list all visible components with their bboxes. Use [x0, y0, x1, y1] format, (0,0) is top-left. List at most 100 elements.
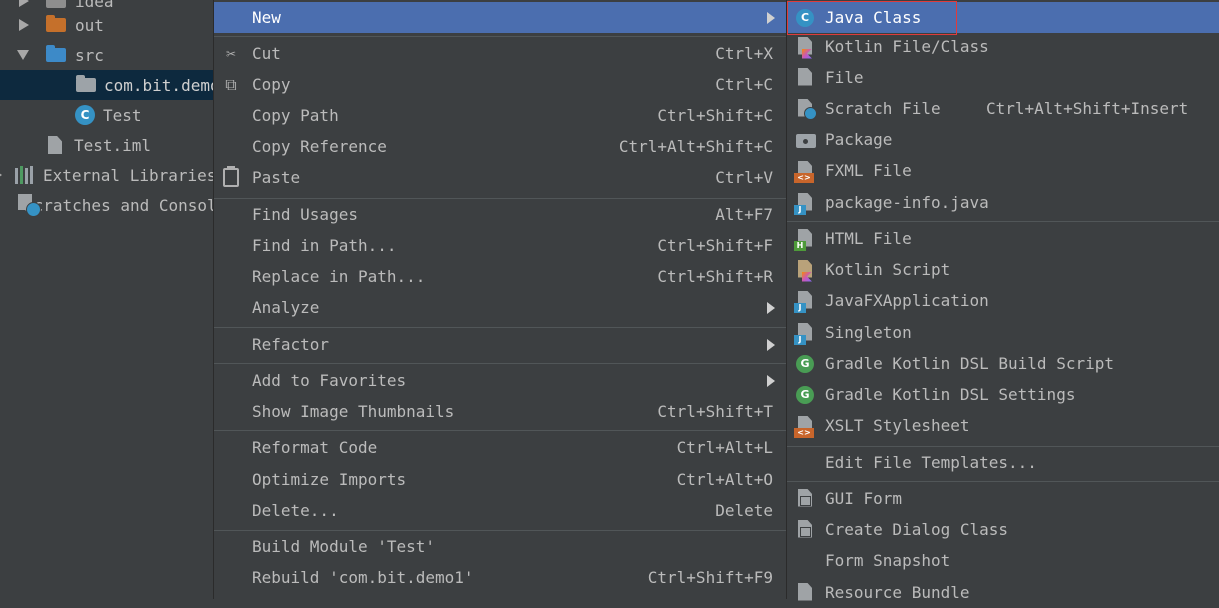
menu-separator	[214, 36, 787, 37]
submenu-item-label: Scratch File	[825, 99, 941, 118]
menu-item-copy[interactable]: ⧉ Copy Ctrl+C	[214, 69, 787, 100]
source-folder-icon	[46, 45, 66, 62]
submenu-item-html-file[interactable]: H HTML File	[787, 223, 1219, 254]
tree-item-out[interactable]: out	[0, 10, 230, 40]
menu-item-shortcut: Ctrl+Alt+Shift+C	[618, 137, 773, 156]
submenu-item-label: Gradle Kotlin DSL Build Script	[825, 354, 1114, 373]
menu-item-label: Analyze	[252, 298, 320, 317]
menu-item-shortcut: Ctrl+Shift+C	[657, 106, 773, 125]
menu-item-find-usages[interactable]: Find Usages Alt+F7	[214, 199, 787, 230]
java-class-icon: C	[75, 105, 95, 125]
menu-item-label: New	[252, 8, 281, 27]
menu-item-shortcut: Ctrl+Shift+F9	[647, 568, 773, 587]
submenu-item-kotlin-file[interactable]: Kotlin File/Class	[787, 31, 1219, 62]
submenu-item-label: GUI Form	[825, 489, 903, 508]
gradle-icon: G	[794, 353, 816, 375]
menu-item-shortcut: Delete	[715, 501, 773, 520]
menu-item-show-image-thumbnails[interactable]: Show Image Thumbnails Ctrl+Shift+T	[214, 396, 787, 427]
menu-item-paste[interactable]: Paste Ctrl+V	[214, 162, 787, 193]
submenu-item-resource-bundle[interactable]: Resource Bundle	[787, 577, 1219, 608]
menu-item-replace-in-path[interactable]: Replace in Path... Ctrl+Shift+R	[214, 261, 787, 292]
menu-item-build-module[interactable]: Build Module 'Test'	[214, 531, 787, 562]
submenu-item-label: Create Dialog Class	[825, 520, 1009, 539]
menu-item-label: Paste	[252, 168, 301, 187]
submenu-item-fxml-file[interactable]: <> FXML File	[787, 155, 1219, 186]
submenu-separator	[787, 481, 1219, 482]
submenu-item-create-dialog-class[interactable]: Create Dialog Class	[787, 514, 1219, 545]
menu-item-label: Show Image Thumbnails	[252, 402, 455, 421]
menu-separator	[214, 430, 787, 431]
menu-item-label: Copy	[252, 75, 291, 94]
menu-item-shortcut: Ctrl+C	[715, 75, 773, 94]
collapse-arrow-icon[interactable]	[17, 50, 29, 60]
menu-item-rebuild[interactable]: Rebuild 'com.bit.demo1' Ctrl+Shift+F9	[214, 562, 787, 593]
submenu-item-kotlin-script[interactable]: Kotlin Script	[787, 254, 1219, 285]
menu-item-reformat-code[interactable]: Reformat Code Ctrl+Alt+L	[214, 432, 787, 463]
menu-item-optimize-imports[interactable]: Optimize Imports Ctrl+Alt+O	[214, 464, 787, 495]
dialog-class-icon	[794, 519, 816, 541]
expand-arrow-icon[interactable]	[19, 19, 29, 31]
menu-item-label: Copy Reference	[252, 137, 387, 156]
html-file-icon: H	[794, 228, 816, 251]
submenu-item-scratch-file[interactable]: Scratch File Ctrl+Alt+Shift+Insert	[787, 93, 1219, 124]
menu-item-copy-path[interactable]: Copy Path Ctrl+Shift+C	[214, 100, 787, 131]
submenu-item-label: Form Snapshot	[825, 551, 951, 570]
menu-item-cut[interactable]: ✂ Cut Ctrl+X	[214, 38, 787, 69]
submenu-item-gradle-build-script[interactable]: G Gradle Kotlin DSL Build Script	[787, 348, 1219, 379]
submenu-item-label: Package	[825, 130, 893, 149]
context-menu: New ✂ Cut Ctrl+X ⧉ Copy Ctrl+C Copy Path…	[213, 0, 787, 599]
submenu-item-edit-file-templates[interactable]: Edit File Templates...	[787, 447, 1219, 478]
tree-item-package[interactable]: com.bit.demo1	[0, 70, 230, 100]
package-icon	[76, 75, 96, 92]
menu-item-refactor[interactable]: Refactor	[214, 329, 787, 360]
expand-arrow-icon[interactable]	[19, 0, 29, 7]
submenu-item-gui-form[interactable]: GUI Form	[787, 483, 1219, 514]
menu-item-label: Find Usages	[252, 205, 358, 224]
menu-item-delete[interactable]: Delete... Delete	[214, 495, 787, 526]
tree-item-src[interactable]: src	[0, 40, 230, 70]
submenu-item-package-info[interactable]: J package-info.java	[787, 187, 1219, 218]
submenu-item-form-snapshot[interactable]: Form Snapshot	[787, 545, 1219, 576]
menu-item-shortcut: Ctrl+Alt+L	[676, 438, 773, 457]
submenu-item-package[interactable]: Package	[787, 124, 1219, 155]
submenu-item-label: Resource Bundle	[825, 583, 970, 602]
tree-item-label: Test	[103, 105, 142, 125]
submenu-item-label: JavaFXApplication	[825, 291, 989, 310]
menu-item-new[interactable]: New	[214, 2, 787, 33]
tree-item-external-libraries[interactable]: External Libraries	[0, 160, 230, 190]
submenu-arrow-icon	[767, 374, 775, 387]
clipboard-icon	[221, 166, 241, 188]
menu-item-copy-reference[interactable]: Copy Reference Ctrl+Alt+Shift+C	[214, 131, 787, 162]
tree-item-label: Scratches and Consoles	[24, 195, 236, 215]
menu-item-label: Find in Path...	[252, 236, 397, 255]
submenu-item-xslt-stylesheet[interactable]: <> XSLT Stylesheet	[787, 410, 1219, 441]
tree-item-test-iml[interactable]: Test.iml	[0, 130, 230, 160]
copy-icon: ⧉	[225, 74, 237, 94]
project-tree: idea out src com.bit.demo1 C Test Test.i…	[0, 0, 236, 599]
kotlin-file-icon	[794, 36, 816, 59]
expand-arrow-icon[interactable]	[0, 171, 2, 179]
submenu-item-gradle-settings[interactable]: G Gradle Kotlin DSL Settings	[787, 379, 1219, 410]
submenu-item-singleton[interactable]: J Singleton	[787, 317, 1219, 348]
menu-item-find-in-path[interactable]: Find in Path... Ctrl+Shift+F	[214, 230, 787, 261]
menu-item-label: Add to Favorites	[252, 371, 407, 390]
tree-item-scratches[interactable]: Scratches and Consoles	[0, 190, 236, 220]
scratch-file-icon	[794, 98, 817, 120]
menu-item-label: Rebuild 'com.bit.demo1'	[252, 568, 474, 587]
submenu-item-javafx-application[interactable]: J JavaFXApplication	[787, 285, 1219, 316]
folder-icon	[46, 0, 66, 8]
menu-item-shortcut: Ctrl+Alt+O	[676, 470, 773, 489]
submenu-item-file[interactable]: File	[787, 62, 1219, 93]
menu-item-shortcut: Ctrl+Shift+T	[657, 402, 773, 421]
menu-item-label: Copy Path	[252, 106, 339, 125]
fxml-file-icon: <>	[794, 160, 816, 183]
submenu-item-label: Edit File Templates...	[825, 453, 1037, 472]
java-file-icon: J	[794, 192, 816, 215]
annotation-highlight-box	[787, 1, 957, 35]
menu-item-analyze[interactable]: Analyze	[214, 292, 787, 323]
tree-item-test-class[interactable]: C Test	[0, 100, 230, 130]
menu-item-add-to-favorites[interactable]: Add to Favorites	[214, 365, 787, 396]
tree-item-label: com.bit.demo1	[104, 75, 230, 95]
menu-item-label: Refactor	[252, 335, 330, 354]
scissors-icon: ✂	[226, 44, 236, 63]
